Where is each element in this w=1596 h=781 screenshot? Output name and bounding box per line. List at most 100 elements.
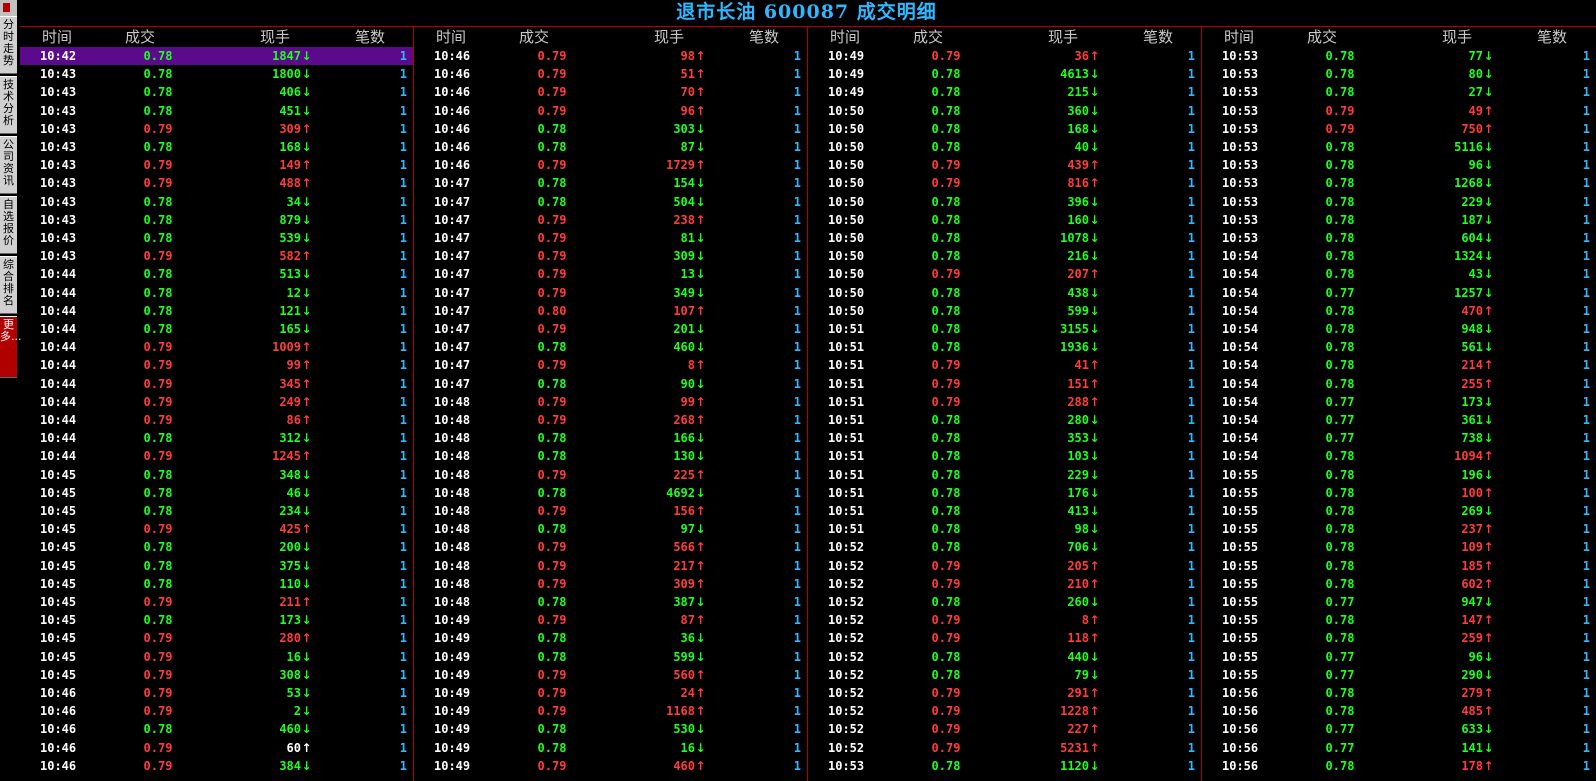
table-row[interactable]: 10:47 0.80 107↑ 1 bbox=[414, 302, 807, 320]
table-row[interactable]: 10:46 0.79 53↓ 1 bbox=[20, 684, 413, 702]
table-row[interactable]: 10:43 0.78 168↓ 1 bbox=[20, 138, 413, 156]
tab-watchlist-quotes[interactable]: 自选报价 bbox=[0, 196, 17, 254]
table-row[interactable]: 10:53 0.79 750↑ 1 bbox=[1202, 120, 1596, 138]
table-row[interactable]: 10:47 0.78 154↓ 1 bbox=[414, 174, 807, 192]
tab-more[interactable]: 更多... bbox=[0, 316, 22, 378]
table-row[interactable]: 10:51 0.78 1936↓ 1 bbox=[808, 338, 1201, 356]
table-row[interactable]: 10:46 0.79 384↓ 1 bbox=[20, 757, 413, 775]
table-row[interactable]: 10:56 0.77 633↓ 1 bbox=[1202, 720, 1596, 738]
table-row[interactable]: 10:47 0.79 8↑ 1 bbox=[414, 356, 807, 374]
table-row[interactable]: 10:52 0.79 205↑ 1 bbox=[808, 557, 1201, 575]
table-row[interactable]: 10:44 0.78 121↓ 1 bbox=[20, 302, 413, 320]
table-row[interactable]: 10:49 0.78 4613↓ 1 bbox=[808, 65, 1201, 83]
table-row[interactable]: 10:50 0.78 599↓ 1 bbox=[808, 302, 1201, 320]
table-row[interactable]: 10:47 0.78 460↓ 1 bbox=[414, 338, 807, 356]
table-row[interactable]: 10:54 0.78 470↑ 1 bbox=[1202, 302, 1596, 320]
table-row[interactable]: 10:49 0.79 560↑ 1 bbox=[414, 666, 807, 684]
table-row[interactable]: 10:55 0.78 237↑ 1 bbox=[1202, 520, 1596, 538]
table-row[interactable]: 10:48 0.78 387↓ 1 bbox=[414, 593, 807, 611]
table-row[interactable]: 10:51 0.78 98↓ 1 bbox=[808, 520, 1201, 538]
table-row[interactable]: 10:55 0.78 269↓ 1 bbox=[1202, 502, 1596, 520]
table-row[interactable]: 10:52 0.79 118↑ 1 bbox=[808, 629, 1201, 647]
table-row[interactable]: 10:48 0.78 130↓ 1 bbox=[414, 447, 807, 465]
table-row[interactable]: 10:55 0.78 602↑ 1 bbox=[1202, 575, 1596, 593]
table-row[interactable]: 10:45 0.79 308↓ 1 bbox=[20, 666, 413, 684]
table-row[interactable]: 10:51 0.78 353↓ 1 bbox=[808, 429, 1201, 447]
table-row[interactable]: 10:45 0.78 173↓ 1 bbox=[20, 611, 413, 629]
table-row[interactable]: 10:44 0.78 513↓ 1 bbox=[20, 265, 413, 283]
table-row[interactable]: 10:50 0.78 1078↓ 1 bbox=[808, 229, 1201, 247]
table-row[interactable]: 10:48 0.79 225↑ 1 bbox=[414, 466, 807, 484]
table-row[interactable]: 10:43 0.79 309↑ 1 bbox=[20, 120, 413, 138]
table-row[interactable]: 10:50 0.78 160↓ 1 bbox=[808, 211, 1201, 229]
table-row[interactable]: 10:51 0.78 103↓ 1 bbox=[808, 447, 1201, 465]
table-row[interactable]: 10:55 0.78 147↑ 1 bbox=[1202, 611, 1596, 629]
table-row[interactable]: 10:55 0.78 100↑ 1 bbox=[1202, 484, 1596, 502]
table-row[interactable]: 10:43 0.78 1800↓ 1 bbox=[20, 65, 413, 83]
table-row[interactable]: 10:47 0.78 504↓ 1 bbox=[414, 193, 807, 211]
table-row[interactable]: 10:43 0.79 149↑ 1 bbox=[20, 156, 413, 174]
table-row[interactable]: 10:47 0.79 201↓ 1 bbox=[414, 320, 807, 338]
tab-intraday-chart[interactable]: 分时走势 bbox=[0, 16, 17, 74]
table-row[interactable]: 10:48 0.79 217↑ 1 bbox=[414, 557, 807, 575]
table-row[interactable]: 10:54 0.77 1257↓ 1 bbox=[1202, 284, 1596, 302]
table-row[interactable]: 10:52 0.79 291↑ 1 bbox=[808, 684, 1201, 702]
table-row[interactable]: 10:56 0.78 279↑ 1 bbox=[1202, 684, 1596, 702]
table-row[interactable]: 10:44 0.79 345↑ 1 bbox=[20, 375, 413, 393]
table-row[interactable]: 10:49 0.79 24↑ 1 bbox=[414, 684, 807, 702]
table-row[interactable]: 10:48 0.79 156↑ 1 bbox=[414, 502, 807, 520]
table-row[interactable]: 10:49 0.79 87↑ 1 bbox=[414, 611, 807, 629]
table-row[interactable]: 10:48 0.79 309↑ 1 bbox=[414, 575, 807, 593]
table-row[interactable]: 10:50 0.79 439↑ 1 bbox=[808, 156, 1201, 174]
table-row[interactable]: 10:53 0.78 1268↓ 1 bbox=[1202, 174, 1596, 192]
table-row[interactable]: 10:53 0.78 1120↓ 1 bbox=[808, 757, 1201, 775]
table-row[interactable]: 10:43 0.78 34↓ 1 bbox=[20, 193, 413, 211]
table-row[interactable]: 10:43 0.78 879↓ 1 bbox=[20, 211, 413, 229]
table-row[interactable]: 10:52 0.78 440↓ 1 bbox=[808, 648, 1201, 666]
table-row[interactable]: 10:46 0.79 70↑ 1 bbox=[414, 83, 807, 101]
table-row[interactable]: 10:46 0.79 96↑ 1 bbox=[414, 102, 807, 120]
table-row[interactable]: 10:54 0.78 255↑ 1 bbox=[1202, 375, 1596, 393]
table-row[interactable]: 10:53 0.78 229↓ 1 bbox=[1202, 193, 1596, 211]
table-row[interactable]: 10:51 0.79 151↑ 1 bbox=[808, 375, 1201, 393]
exit-icon[interactable] bbox=[0, 0, 17, 16]
table-row[interactable]: 10:49 0.78 530↓ 1 bbox=[414, 720, 807, 738]
table-row[interactable]: 10:54 0.77 173↓ 1 bbox=[1202, 393, 1596, 411]
table-row[interactable]: 10:54 0.78 948↓ 1 bbox=[1202, 320, 1596, 338]
table-row[interactable]: 10:53 0.78 96↓ 1 bbox=[1202, 156, 1596, 174]
table-row[interactable]: 10:47 0.79 238↑ 1 bbox=[414, 211, 807, 229]
table-row[interactable]: 10:46 0.78 87↓ 1 bbox=[414, 138, 807, 156]
table-row[interactable]: 10:48 0.78 4692↓ 1 bbox=[414, 484, 807, 502]
table-row[interactable]: 10:44 0.78 165↓ 1 bbox=[20, 320, 413, 338]
table-row[interactable]: 10:50 0.79 207↑ 1 bbox=[808, 265, 1201, 283]
table-row[interactable]: 10:44 0.78 312↓ 1 bbox=[20, 429, 413, 447]
table-row[interactable]: 10:55 0.77 947↓ 1 bbox=[1202, 593, 1596, 611]
table-row[interactable]: 10:54 0.78 1094↑ 1 bbox=[1202, 447, 1596, 465]
table-row[interactable]: 10:50 0.79 816↑ 1 bbox=[808, 174, 1201, 192]
table-row[interactable]: 10:54 0.78 1324↓ 1 bbox=[1202, 247, 1596, 265]
table-row[interactable]: 10:50 0.78 216↓ 1 bbox=[808, 247, 1201, 265]
table-row[interactable]: 10:53 0.78 187↓ 1 bbox=[1202, 211, 1596, 229]
table-row[interactable]: 10:51 0.79 41↑ 1 bbox=[808, 356, 1201, 374]
table-row[interactable]: 10:48 0.79 566↑ 1 bbox=[414, 538, 807, 556]
table-row[interactable]: 10:45 0.78 234↓ 1 bbox=[20, 502, 413, 520]
table-row[interactable]: 10:51 0.78 229↓ 1 bbox=[808, 466, 1201, 484]
table-row[interactable]: 10:48 0.78 166↓ 1 bbox=[414, 429, 807, 447]
table-row[interactable]: 10:52 0.79 5231↑ 1 bbox=[808, 739, 1201, 757]
table-row[interactable]: 10:45 0.78 110↓ 1 bbox=[20, 575, 413, 593]
table-row[interactable]: 10:54 0.77 738↓ 1 bbox=[1202, 429, 1596, 447]
table-row[interactable]: 10:50 0.78 168↓ 1 bbox=[808, 120, 1201, 138]
table-row[interactable]: 10:53 0.78 80↓ 1 bbox=[1202, 65, 1596, 83]
table-row[interactable]: 10:47 0.78 90↓ 1 bbox=[414, 375, 807, 393]
table-row[interactable]: 10:52 0.78 79↓ 1 bbox=[808, 666, 1201, 684]
table-row[interactable]: 10:48 0.79 99↑ 1 bbox=[414, 393, 807, 411]
table-row[interactable]: 10:44 0.79 1245↑ 1 bbox=[20, 447, 413, 465]
table-row[interactable]: 10:56 0.78 178↑ 1 bbox=[1202, 757, 1596, 775]
table-row[interactable]: 10:44 0.79 1009↑ 1 bbox=[20, 338, 413, 356]
table-row[interactable]: 10:55 0.77 290↓ 1 bbox=[1202, 666, 1596, 684]
table-row[interactable]: 10:49 0.79 1168↑ 1 bbox=[414, 702, 807, 720]
table-row[interactable]: 10:43 0.78 539↓ 1 bbox=[20, 229, 413, 247]
table-row[interactable]: 10:54 0.78 214↑ 1 bbox=[1202, 356, 1596, 374]
table-row[interactable]: 10:54 0.77 361↓ 1 bbox=[1202, 411, 1596, 429]
table-row[interactable]: 10:53 0.78 604↓ 1 bbox=[1202, 229, 1596, 247]
